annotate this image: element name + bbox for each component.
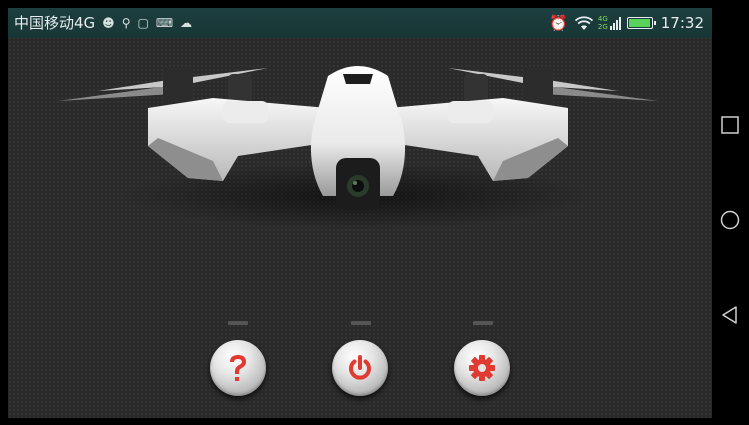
android-nav-bar [712, 0, 749, 425]
alarm-icon: ⏰ [549, 14, 568, 32]
wifi-icon [574, 16, 593, 30]
triangle-back-icon[interactable] [720, 305, 740, 325]
clock: 17:32 [660, 14, 704, 32]
battery-fill [628, 19, 651, 27]
power-button[interactable] [332, 340, 388, 396]
question-icon [230, 355, 246, 381]
sim-icon: ▢ [137, 16, 149, 30]
network-4g-label: 4G [597, 15, 608, 23]
status-bar-left: 中国移动4G ☻ ⚲ ▢ ⌨ ☁ [14, 14, 192, 32]
weather-icon: ☁ [180, 16, 193, 30]
square-icon[interactable] [720, 115, 740, 135]
status-bar: 中国移动4G ☻ ⚲ ▢ ⌨ ☁ ⏰ 4G 2G 17:32 [8, 8, 712, 38]
network-type-indicator: 4G 2G [598, 15, 608, 31]
app-screen: 中国移动4G ☻ ⚲ ▢ ⌨ ☁ ⏰ 4G 2G 17:32 [8, 8, 712, 418]
status-bar-right: ⏰ 4G 2G 17:32 [549, 14, 704, 32]
keyboard-icon: ⌨ [155, 16, 174, 30]
settings-button[interactable] [454, 340, 510, 396]
carrier-label: 中国移动4G [14, 14, 96, 32]
network-2g-label: 2G [597, 23, 608, 31]
battery-icon [626, 17, 656, 29]
help-indicator [228, 321, 248, 325]
gear-icon [469, 355, 495, 381]
notification-icon: ☻ [102, 16, 115, 30]
chat-icon: ⚲ [121, 16, 131, 30]
drone-illustration [58, 66, 658, 230]
power-indicator [351, 321, 371, 325]
power-icon [349, 355, 371, 380]
settings-indicator [473, 321, 493, 325]
circle-icon[interactable] [720, 210, 740, 230]
signal-strength-icon [609, 16, 621, 30]
help-button[interactable] [210, 340, 266, 396]
phone-frame: 中国移动4G ☻ ⚲ ▢ ⌨ ☁ ⏰ 4G 2G 17:32 [0, 0, 749, 425]
